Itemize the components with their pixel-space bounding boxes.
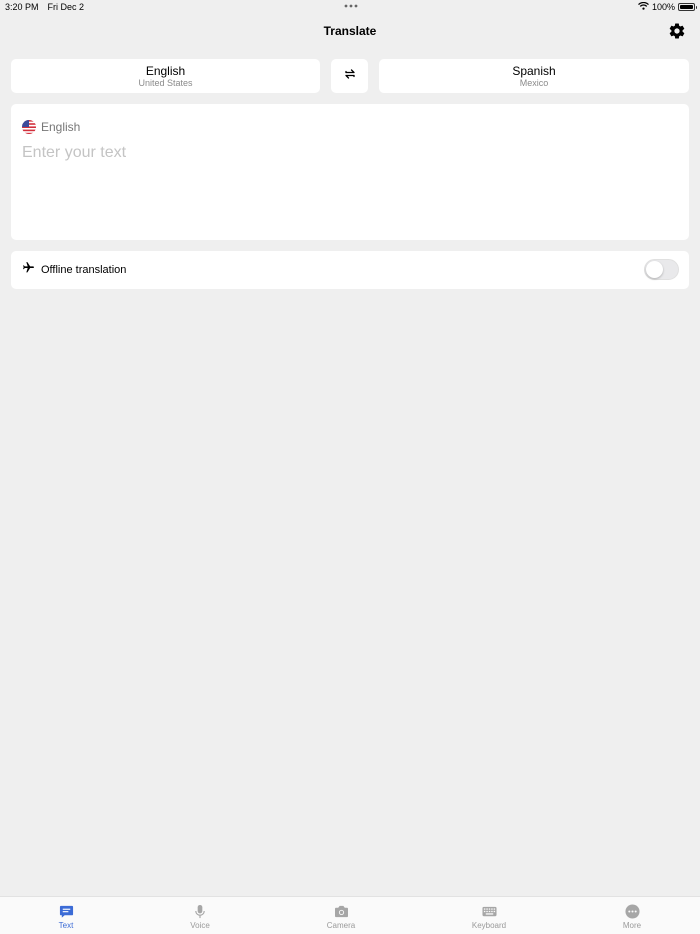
toggle-knob — [646, 261, 663, 278]
offline-translation-label: Offline translation — [41, 264, 127, 276]
target-language-region: Mexico — [519, 77, 549, 88]
tab-keyboard-label: Keyboard — [471, 921, 507, 930]
source-language-name: English — [145, 63, 186, 78]
status-time: 3:20 PM — [5, 2, 39, 12]
input-language-name: English — [41, 120, 81, 134]
input-language-label: English — [22, 120, 80, 134]
wifi-icon — [638, 1, 649, 12]
gear-icon — [668, 23, 686, 44]
tab-more[interactable]: More — [602, 903, 662, 930]
source-language-button[interactable]: English United States — [11, 59, 320, 93]
text-bubble-icon — [36, 903, 96, 919]
tab-voice[interactable]: Voice — [170, 903, 230, 930]
tab-keyboard[interactable]: Keyboard — [459, 903, 519, 930]
tab-bar: Text Voice Camera Keyboard More — [0, 896, 700, 934]
tab-text-label: Text — [58, 921, 74, 930]
input-card: English — [11, 104, 689, 240]
language-selector: English United States Spanish Mexico — [11, 59, 689, 93]
offline-translation-row: Offline translation — [11, 251, 689, 289]
settings-button[interactable] — [668, 22, 686, 40]
battery-fill — [680, 5, 693, 9]
page-title: Translate — [323, 24, 377, 38]
multitasking-dots-icon[interactable] — [343, 1, 359, 11]
camera-icon — [311, 903, 371, 919]
airplane-icon — [22, 261, 35, 279]
more-icon — [602, 903, 662, 919]
status-bar: 3:20 PM Fri Dec 2 100% — [0, 0, 700, 14]
target-language-name: Spanish — [512, 63, 556, 78]
status-left: 3:20 PM Fri Dec 2 — [5, 2, 84, 12]
keyboard-icon — [459, 903, 519, 919]
swap-languages-button[interactable] — [331, 59, 368, 93]
battery-percent: 100% — [651, 2, 675, 12]
tab-voice-label: Voice — [190, 921, 210, 930]
swap-arrows-icon — [344, 67, 356, 85]
tab-more-label: More — [622, 921, 642, 930]
status-right: 100% — [638, 1, 697, 12]
tab-camera[interactable]: Camera — [311, 903, 371, 930]
target-language-button[interactable]: Spanish Mexico — [379, 59, 689, 93]
battery-icon — [678, 3, 697, 11]
translate-screen: 3:20 PM Fri Dec 2 100% Translate English… — [0, 0, 700, 934]
text-input[interactable] — [22, 144, 672, 224]
us-flag-icon — [22, 120, 36, 134]
tab-camera-label: Camera — [326, 921, 356, 930]
offline-translation-toggle[interactable] — [644, 259, 679, 280]
microphone-icon — [170, 903, 230, 919]
source-language-region: United States — [138, 77, 193, 88]
status-date: Fri Dec 2 — [47, 2, 85, 12]
tab-text[interactable]: Text — [36, 903, 96, 930]
